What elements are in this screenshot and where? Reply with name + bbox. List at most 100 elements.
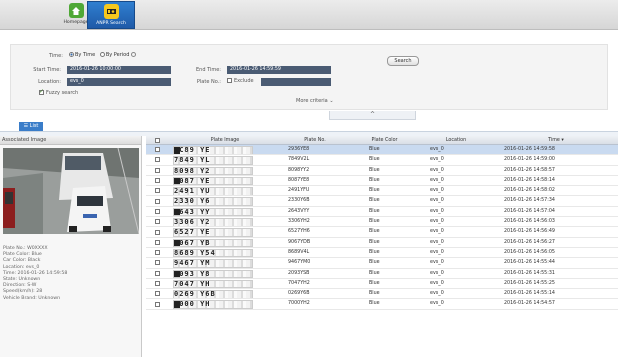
plate-no-field[interactable] (261, 78, 331, 86)
by-time-radio[interactable] (69, 52, 74, 57)
plate-no-cell: 7000YH2 (288, 301, 310, 307)
col-location[interactable]: Location (418, 136, 494, 144)
plate-image-cell: 0269 Y6B (171, 289, 279, 299)
row-checkbox-cell (146, 227, 171, 236)
time-cell: 2016-01-26 14:56:05 (504, 249, 555, 255)
plate-image[interactable]: 8087 YE (173, 176, 253, 186)
plate-image[interactable]: 7000 YH (173, 300, 253, 309)
search-button[interactable]: Search (387, 56, 419, 66)
nav-anpr-search-button[interactable]: ANPR Search (87, 1, 135, 29)
plate-image-cell: 2093 Y8 (171, 269, 279, 278)
table-row[interactable]: 7849 YL 7849V2L Blue evs_0 2016-01-26 14:59:… (146, 155, 618, 166)
table-row[interactable]: 9467 YM 9467YM0 Blue evs_0 2016-01-26 14:55:… (146, 258, 618, 269)
fuzzy-search-checkbox[interactable] (39, 88, 44, 95)
plate-color-cell: Blue (369, 147, 380, 152)
table-row[interactable]: 9067 YB 9067YDB Blue evs_0 2016-01-26 14:56:… (146, 238, 618, 248)
row-checkbox[interactable] (155, 239, 160, 245)
row-checkbox[interactable] (155, 250, 160, 256)
start-time-label: Start Time: (33, 67, 61, 73)
plate-image[interactable]: 2491 YU (173, 187, 253, 196)
plate-image[interactable]: 8098 Y2 (173, 166, 253, 175)
table-row[interactable]: 2491 YU 2491YFU Blue evs_0 2016-01-26 14:58:… (146, 186, 618, 197)
plate-image[interactable]: 2330 Y6 (173, 197, 253, 206)
row-checkbox[interactable] (155, 301, 160, 307)
plate-no-cell: 2643VYY (288, 208, 310, 214)
row-checkbox[interactable] (155, 281, 160, 286)
row-checkbox-cell (146, 145, 171, 154)
col-plate-no[interactable]: Plate No. (279, 136, 351, 144)
row-checkbox-cell (146, 217, 171, 226)
help-icon[interactable] (130, 52, 136, 57)
select-all-checkbox-cell (146, 136, 171, 144)
plate-image[interactable]: 7849 YL (173, 156, 253, 165)
row-checkbox[interactable] (155, 229, 160, 235)
list-icon: ☰ (23, 123, 29, 129)
table-row[interactable]: 0269 Y6B 0269Y6B Blue evs_0 2016-01-26 14:55… (146, 289, 618, 300)
row-checkbox[interactable] (155, 208, 160, 214)
location-cell: evs_0 (430, 260, 444, 266)
end-time-field[interactable]: 2016-01-26 14:59:59 (227, 66, 331, 74)
row-checkbox[interactable] (155, 291, 160, 297)
row-checkbox[interactable] (155, 260, 160, 266)
col-plate-image[interactable]: Plate Image (171, 136, 279, 144)
plate-no-cell: 2491YFU (288, 188, 310, 194)
table-row[interactable]: 3306 Y2 3306YH2 Blue evs_0 2016-01-26 14:56:… (146, 217, 618, 228)
row-checkbox[interactable] (155, 157, 160, 163)
sort-desc-icon: ▾ (561, 138, 564, 143)
plate-image-cell: 8689 Y54 (171, 248, 279, 258)
collapse-search-toggle[interactable]: ^ (329, 111, 416, 120)
plate-image[interactable]: 9467 YM (173, 259, 253, 268)
plate-image[interactable]: 8C89 YE (173, 146, 253, 155)
row-checkbox[interactable] (155, 147, 160, 153)
chevron-down-icon: ⌄ (329, 98, 334, 104)
plate-image[interactable]: 9067 YB (173, 238, 253, 247)
location-cell: evs_0 (430, 239, 444, 245)
plate-image[interactable]: 8689 Y54 (173, 248, 253, 258)
start-time-field[interactable]: 2016-01-26 10:00:00 (67, 66, 171, 74)
row-checkbox-cell (146, 238, 171, 247)
location-field[interactable]: evs_0 (67, 78, 171, 86)
plate-no-cell: 2330Y6B (288, 198, 310, 204)
plate-image[interactable]: 6527 YE (173, 228, 253, 237)
plate-image[interactable]: 2643 YY (173, 207, 253, 217)
plate-image[interactable]: 2093 Y8 (173, 269, 253, 278)
plate-color-cell: Blue (369, 177, 380, 183)
col-plate-color[interactable]: Plate Color (351, 136, 418, 144)
row-checkbox[interactable] (155, 198, 160, 204)
row-checkbox[interactable] (155, 167, 160, 173)
fuzzy-search-option[interactable]: Fuzzy search (39, 88, 78, 96)
plate-color-cell: Blue (369, 291, 380, 297)
by-period-radio[interactable] (99, 52, 105, 57)
plate-image[interactable]: 7047 YH (173, 279, 253, 289)
row-checkbox[interactable] (155, 188, 160, 194)
plate-image[interactable]: 0269 Y6B (173, 290, 253, 299)
row-checkbox[interactable] (155, 219, 160, 225)
plate-color-cell: Blue (369, 301, 380, 307)
table-row[interactable]: 8C89 YE 2936YE8 Blue evs_0 2016-01-26 14:59:… (146, 145, 618, 156)
row-checkbox-cell (146, 269, 171, 278)
row-checkbox[interactable] (155, 270, 160, 276)
time-cell: 2016-01-26 14:59:58 (504, 147, 555, 152)
table-row[interactable]: 2643 YY 2643VYY Blue evs_0 2016-01-26 14:57:… (146, 207, 618, 218)
plate-no-cell: 7849V2L (288, 157, 310, 163)
associated-capture-image[interactable] (3, 148, 139, 234)
table-row[interactable]: 6527 YE 6527YH6 Blue evs_0 2016-01-26 14:56:… (146, 227, 618, 238)
table-row[interactable]: 7047 YH 7047YH2 Blue evs_0 2016-01-26 14:55:… (146, 279, 618, 290)
exclude-option[interactable]: Exclude (227, 78, 254, 84)
exclude-checkbox[interactable] (227, 78, 232, 83)
table-row[interactable]: 2330 Y6 2330Y6B Blue evs_0 2016-01-26 14:57:… (146, 196, 618, 207)
col-time[interactable]: Time ▾ (494, 136, 618, 144)
plate-no-cell: 8689V4L (288, 249, 310, 255)
table-row[interactable]: 8087 YE 8087YE8 Blue evs_0 2016-01-26 14:58:… (146, 176, 618, 187)
table-row[interactable]: 2093 Y8 2093YSB Blue evs_0 2016-01-26 14:55:… (146, 269, 618, 279)
select-all-checkbox[interactable] (155, 137, 160, 143)
plate-image[interactable]: 3306 Y2 (173, 218, 253, 227)
list-view-tab[interactable]: ☰ List (19, 122, 43, 131)
table-row[interactable]: 8689 Y54 8689V4L Blue evs_0 2016-01-26 14:56… (146, 248, 618, 259)
row-checkbox[interactable] (155, 178, 160, 184)
table-row[interactable]: 7000 YH 7000YH2 Blue evs_0 2016-01-26 14:54:… (146, 299, 618, 310)
more-criteria-link[interactable]: More criteria ⌄ (296, 98, 334, 104)
table-row[interactable]: 8098 Y2 8098YY2 Blue evs_0 2016-01-26 14:58:… (146, 166, 618, 176)
location-cell: evs_0 (430, 219, 444, 225)
plate-image-cell: 8C89 YE (171, 145, 279, 155)
